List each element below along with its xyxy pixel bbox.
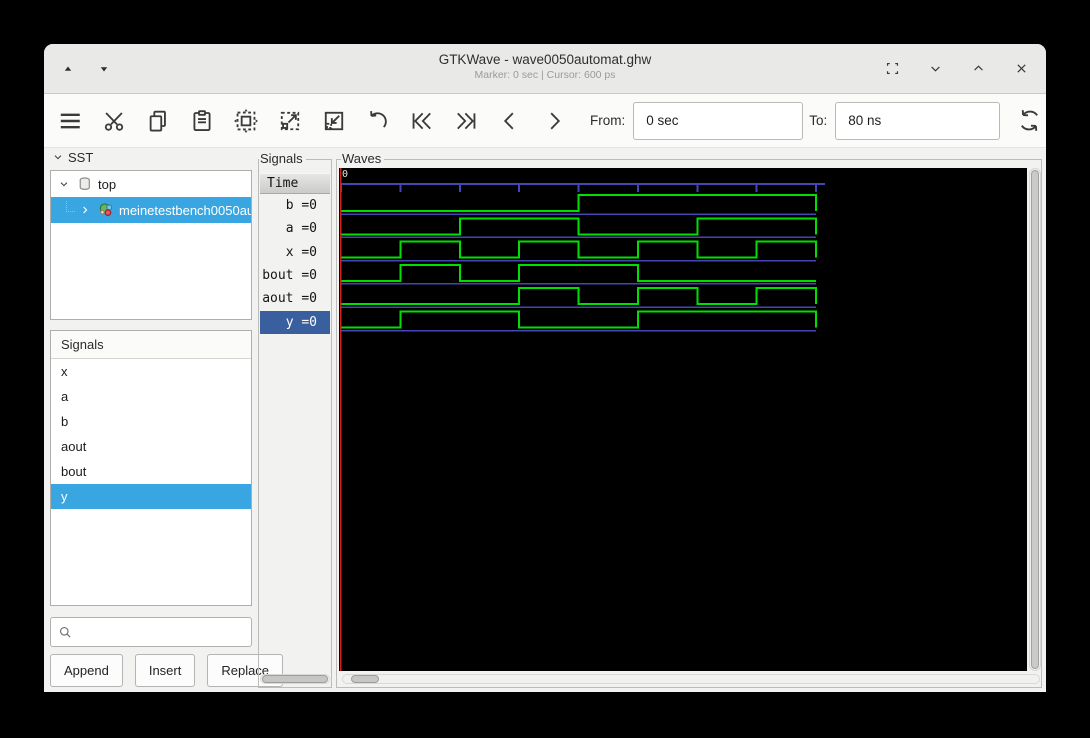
list-item[interactable]: x [51, 359, 251, 384]
append-button[interactable]: Append [50, 654, 123, 687]
titlebar-left-buttons [60, 44, 112, 93]
time-header[interactable]: Time [260, 173, 330, 194]
reload-button[interactable] [1016, 107, 1043, 134]
maximize-icon[interactable] [970, 60, 987, 77]
signal-names-panel: Time b =0a =0x =0bout =0aout =0y =0 [258, 159, 332, 688]
waves-hscrollbar-thumb[interactable] [351, 675, 379, 683]
signals-hscrollbar-thumb[interactable] [262, 675, 328, 683]
signal-row-x[interactable]: x =0 [260, 241, 330, 264]
tree-connector [66, 201, 75, 212]
to-label: To: [809, 113, 827, 128]
shade-down-icon[interactable] [96, 61, 112, 77]
titlebar-right-buttons [884, 44, 1030, 93]
search-input[interactable] [79, 624, 245, 641]
signals-hscrollbar[interactable] [260, 674, 330, 684]
zoom-in-icon[interactable] [276, 107, 303, 134]
chevron-down-icon[interactable] [58, 178, 71, 191]
chevron-down-icon [52, 151, 65, 164]
insert-button[interactable]: Insert [135, 654, 196, 687]
sst-label: SST [68, 150, 93, 165]
toolbar-icons [56, 107, 584, 134]
signal-list-items: xabaoutbouty [51, 359, 251, 509]
chevron-right-icon[interactable] [79, 204, 92, 217]
toolbar: From: To: [44, 94, 1046, 148]
main-content: SST topmeinetestbench0050aut Signals xab… [44, 148, 1046, 692]
menu-icon[interactable] [56, 107, 83, 134]
to-start-icon[interactable] [408, 107, 435, 134]
signal-search-list: Signals xabaoutbouty [50, 330, 252, 606]
gtkwave-window: GTKWave - wave0050automat.ghw Marker: 0 … [44, 44, 1046, 692]
from-input[interactable] [633, 102, 803, 140]
list-item[interactable]: b [51, 409, 251, 434]
shade-up-icon[interactable] [60, 61, 76, 77]
module-icon [98, 202, 115, 219]
tree-item-label: top [98, 177, 116, 192]
zoom-out-icon[interactable] [320, 107, 347, 134]
sst-tree: topmeinetestbench0050aut [50, 170, 252, 320]
titlebar[interactable]: GTKWave - wave0050automat.ghw Marker: 0 … [44, 44, 1046, 94]
to-input[interactable] [835, 102, 1000, 140]
list-item[interactable]: aout [51, 434, 251, 459]
to-end-icon[interactable] [452, 107, 479, 134]
waves-vscrollbar[interactable] [1029, 168, 1041, 671]
signal-row-b[interactable]: b =0 [260, 194, 330, 217]
wave-canvas[interactable]: 0 [339, 168, 1027, 671]
signal-action-buttons: AppendInsertReplace [50, 654, 283, 687]
list-item[interactable]: y [51, 484, 251, 509]
signal-row-a[interactable]: a =0 [260, 217, 330, 240]
list-item[interactable]: a [51, 384, 251, 409]
from-label: From: [590, 113, 625, 128]
zoom-fit-icon[interactable] [232, 107, 259, 134]
undo-icon[interactable] [364, 107, 391, 134]
signal-row-aout[interactable]: aout =0 [260, 287, 330, 310]
database-icon [77, 176, 94, 193]
timescale-start-label: 0 [342, 169, 348, 180]
signals-frame-label: Signals [259, 151, 306, 166]
cut-icon[interactable] [100, 107, 127, 134]
close-icon[interactable] [1013, 60, 1030, 77]
sst-header[interactable]: SST [52, 150, 93, 165]
tree-item-meinetestbench0050aut[interactable]: meinetestbench0050aut [51, 197, 251, 223]
step-left-icon[interactable] [496, 107, 523, 134]
list-item[interactable]: bout [51, 459, 251, 484]
tree-item-top[interactable]: top [51, 171, 251, 197]
minimize-icon[interactable] [927, 60, 944, 77]
signal-row-bout[interactable]: bout =0 [260, 264, 330, 287]
paste-icon[interactable] [188, 107, 215, 134]
fullscreen-icon[interactable] [884, 60, 901, 77]
waves-hscrollbar[interactable] [342, 674, 1040, 684]
signal-list-header[interactable]: Signals [51, 331, 251, 359]
waveform-svg [339, 168, 1027, 671]
waves-frame-label: Waves [341, 151, 384, 166]
search-icon [57, 624, 74, 641]
signal-row-y[interactable]: y =0 [260, 311, 330, 334]
signal-search-box[interactable] [50, 617, 252, 647]
copy-icon[interactable] [144, 107, 171, 134]
tree-item-label: meinetestbench0050aut [119, 203, 251, 218]
waves-panel: 0 [336, 159, 1042, 688]
step-right-icon[interactable] [540, 107, 567, 134]
waves-vscrollbar-thumb[interactable] [1031, 170, 1039, 669]
